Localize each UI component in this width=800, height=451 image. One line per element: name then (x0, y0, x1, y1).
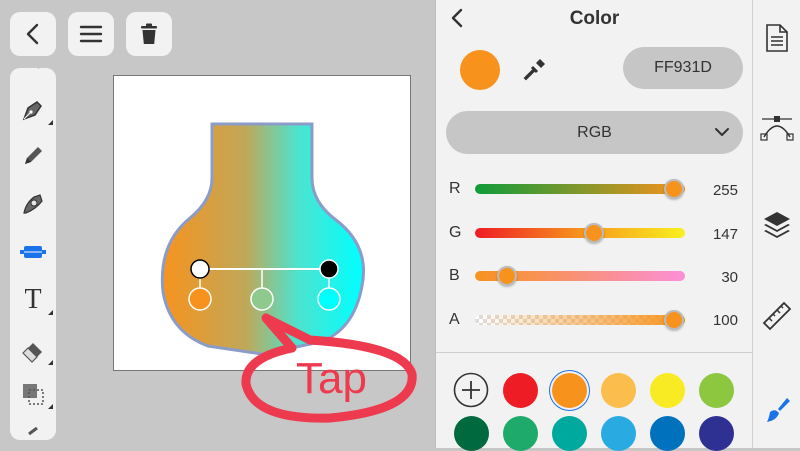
color-swatch[interactable] (699, 373, 734, 408)
chevron-down-icon (715, 128, 729, 136)
slider-value-g: 147 (712, 226, 738, 243)
color-swatch[interactable] (454, 416, 489, 451)
current-color-swatch[interactable] (460, 50, 500, 90)
slider-value-b: 30 (721, 269, 738, 286)
layers-icon (764, 212, 790, 238)
sidebar-paint-button[interactable] (753, 386, 800, 434)
slider-thumb-r[interactable] (664, 179, 684, 199)
paint-brush-icon (767, 398, 790, 422)
gradient-stop-start[interactable] (190, 259, 210, 279)
color-swatch[interactable] (601, 373, 636, 408)
slider-value-r: 255 (712, 182, 738, 199)
slider-track-a[interactable] (475, 315, 685, 325)
slider-label-g: G (449, 224, 462, 241)
color-swatch[interactable] (601, 416, 636, 451)
document-icon (766, 24, 788, 52)
color-swatch[interactable] (552, 416, 587, 451)
gradient-stop-end[interactable] (319, 259, 339, 279)
slider-label-a: A (449, 311, 460, 328)
color-swatch[interactable] (699, 416, 734, 451)
slider-thumb-b[interactable] (497, 266, 518, 286)
color-swatch[interactable] (503, 416, 538, 451)
bezier-curve-icon (760, 116, 794, 141)
eyedropper-icon (523, 59, 545, 81)
color-swatch[interactable] (503, 373, 538, 408)
slider-thumb-a[interactable] (664, 310, 684, 330)
tap-annotation: Tap (296, 354, 367, 403)
color-stop-left[interactable] (188, 287, 212, 311)
add-swatch-button[interactable] (453, 372, 489, 408)
color-swatch[interactable] (650, 373, 685, 408)
eyedropper-button[interactable] (520, 56, 548, 84)
color-swatch[interactable] (552, 373, 587, 408)
color-panel: Color FF931D RGB R 255 G 147 B 30 A 100 (435, 0, 753, 451)
slider-label-r: R (449, 180, 461, 197)
slider-track-r[interactable] (475, 184, 685, 194)
slider-label-b: B (449, 267, 460, 284)
plus-circle-icon (453, 372, 489, 408)
right-sidebar (752, 0, 800, 448)
panel-divider (436, 352, 753, 353)
ruler-icon (762, 301, 792, 331)
hex-value-field[interactable]: FF931D (623, 47, 743, 89)
sidebar-document-button[interactable] (753, 14, 800, 62)
slider-track-g[interactable] (475, 228, 685, 238)
sidebar-layers-button[interactable] (753, 200, 800, 248)
panel-title: Color (569, 8, 620, 29)
color-swatch[interactable] (650, 416, 685, 451)
color-mode-select[interactable]: RGB (446, 111, 743, 154)
color-mode-label: RGB (577, 123, 612, 141)
slider-value-a: 100 (712, 312, 738, 329)
flask-drawing (160, 122, 417, 423)
color-stop-middle[interactable] (250, 287, 274, 311)
sidebar-ruler-button[interactable] (753, 292, 800, 340)
slider-thumb-g[interactable] (583, 223, 604, 243)
sidebar-bezier-button[interactable] (753, 104, 800, 152)
color-stop-right[interactable] (317, 287, 341, 311)
